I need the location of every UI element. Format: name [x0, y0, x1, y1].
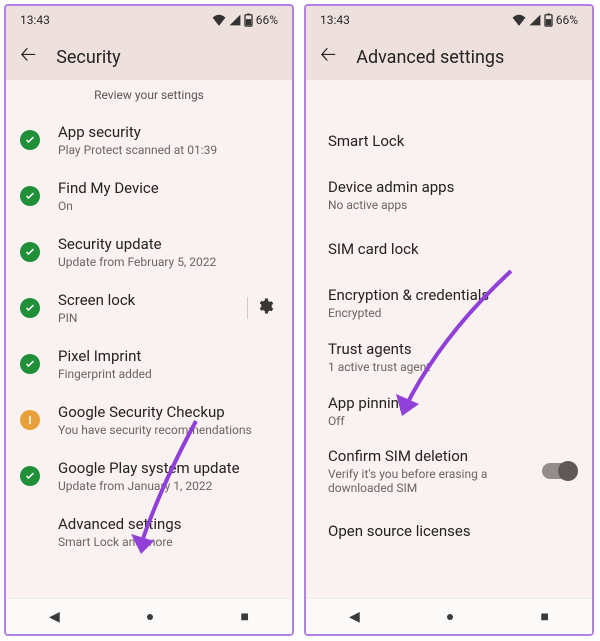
- back-icon[interactable]: 🡠: [20, 40, 36, 74]
- row-sub: Fingerprint added: [58, 367, 276, 381]
- row-app-security[interactable]: App security Play Protect scanned at 01:3…: [6, 112, 292, 168]
- row-sub: Verify it's you before erasing a downloa…: [328, 467, 508, 495]
- status-right: 66%: [512, 13, 578, 27]
- row-title: Google Security Checkup: [58, 403, 276, 421]
- subheader: Review your settings: [6, 80, 292, 112]
- status-right: 66%: [212, 13, 278, 27]
- row-title: Device admin apps: [328, 178, 576, 196]
- phone-right: 13:43 66% 🡠 Advanced settings Smart Lock…: [304, 4, 594, 636]
- row-app-pinning[interactable]: App pinning Off: [306, 384, 592, 438]
- phone-left: 13:43 66% 🡠 Security Review your setting…: [4, 4, 294, 636]
- status-time: 13:43: [20, 13, 50, 27]
- signal-icon: [229, 14, 241, 26]
- statusbar: 13:43 66%: [6, 6, 292, 34]
- row-sub: On: [58, 199, 276, 213]
- row-sub: Smart Lock and more: [58, 535, 276, 549]
- row-screen-lock[interactable]: Screen lock PIN: [6, 280, 292, 336]
- nav-back-icon[interactable]: ◀: [349, 609, 360, 625]
- statusbar: 13:43 66%: [306, 6, 592, 34]
- check-icon: [20, 354, 40, 374]
- signal-icon: [529, 14, 541, 26]
- row-google-play-system-update[interactable]: Google Play system update Update from Jan…: [6, 448, 292, 504]
- battery-icon: [244, 13, 253, 27]
- navbar: ◀ ● ■: [306, 598, 592, 634]
- row-sub: Update from January 1, 2022: [58, 479, 276, 493]
- row-security-update[interactable]: Security update Update from February 5, 2…: [6, 224, 292, 280]
- navbar: ◀ ● ■: [6, 598, 292, 634]
- wifi-icon: [212, 14, 226, 26]
- check-icon: [20, 242, 40, 262]
- row-title: Trust agents: [328, 340, 576, 358]
- row-title: Find My Device: [58, 179, 276, 197]
- row-title: App security: [58, 123, 276, 141]
- row-title: App pinning: [328, 394, 576, 412]
- row-title: Open source licenses: [328, 522, 576, 540]
- row-title: Screen lock: [58, 291, 247, 309]
- row-title: Google Play system update: [58, 459, 276, 477]
- row-encryption-credentials[interactable]: Encryption & credentials Encrypted: [306, 276, 592, 330]
- nav-recent-icon[interactable]: ■: [540, 608, 548, 625]
- nav-home-icon[interactable]: ●: [146, 608, 154, 625]
- page-title: Security: [56, 47, 120, 68]
- battery-pct: 66%: [256, 13, 278, 27]
- page-title: Advanced settings: [356, 47, 504, 68]
- nav-recent-icon[interactable]: ■: [240, 608, 248, 625]
- settings-list: App security Play Protect scanned at 01:3…: [6, 112, 292, 598]
- row-sub: You have security recommendations: [58, 423, 276, 437]
- row-open-source-licenses[interactable]: Open source licenses: [306, 504, 592, 558]
- row-sub: PIN: [58, 311, 247, 325]
- row-smart-lock[interactable]: Smart Lock: [306, 114, 592, 168]
- row-title: Pixel Imprint: [58, 347, 276, 365]
- status-time: 13:43: [320, 13, 350, 27]
- nav-back-icon[interactable]: ◀: [49, 609, 60, 625]
- battery-pct: 66%: [556, 13, 578, 27]
- battery-icon: [544, 13, 553, 27]
- row-title: Security update: [58, 235, 276, 253]
- check-icon: [20, 186, 40, 206]
- row-sub: No active apps: [328, 198, 576, 212]
- gear-icon[interactable]: [247, 297, 276, 319]
- row-title: Confirm SIM deletion: [328, 447, 542, 465]
- row-title: Encryption & credentials: [328, 286, 576, 304]
- row-confirm-sim-deletion[interactable]: Confirm SIM deletion Verify it's you befo…: [306, 438, 592, 504]
- row-title: Advanced settings: [58, 515, 276, 533]
- appbar: 🡠 Security: [6, 34, 292, 80]
- row-sub: Off: [328, 414, 576, 428]
- wifi-icon: [512, 14, 526, 26]
- row-title: Smart Lock: [328, 132, 576, 150]
- nav-home-icon[interactable]: ●: [446, 608, 454, 625]
- row-sub: Update from February 5, 2022: [58, 255, 276, 269]
- check-icon: [20, 298, 40, 318]
- row-sub: Encrypted: [328, 306, 576, 320]
- toggle-switch[interactable]: [542, 463, 576, 479]
- back-icon[interactable]: 🡠: [320, 40, 336, 74]
- row-trust-agents[interactable]: Trust agents 1 active trust agent: [306, 330, 592, 384]
- row-google-security-checkup[interactable]: Google Security Checkup You have security…: [6, 392, 292, 448]
- advanced-list: Smart Lock Device admin apps No active ap…: [306, 114, 592, 598]
- check-icon: [20, 130, 40, 150]
- row-sim-card-lock[interactable]: SIM card lock: [306, 222, 592, 276]
- check-icon: [20, 466, 40, 486]
- row-find-my-device[interactable]: Find My Device On: [6, 168, 292, 224]
- row-sub: 1 active trust agent: [328, 360, 576, 374]
- row-pixel-imprint[interactable]: Pixel Imprint Fingerprint added: [6, 336, 292, 392]
- row-device-admin-apps[interactable]: Device admin apps No active apps: [306, 168, 592, 222]
- warning-icon: [20, 410, 40, 430]
- row-sub: Play Protect scanned at 01:39: [58, 143, 276, 157]
- appbar: 🡠 Advanced settings: [306, 34, 592, 80]
- row-title: SIM card lock: [328, 240, 576, 258]
- row-advanced-settings[interactable]: Advanced settings Smart Lock and more: [6, 504, 292, 560]
